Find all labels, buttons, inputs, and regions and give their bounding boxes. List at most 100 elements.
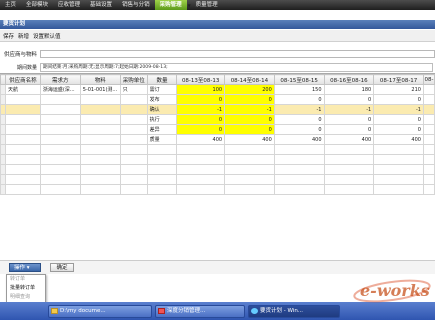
material-cell[interactable] [79, 104, 121, 115]
value-cell[interactable] [422, 134, 435, 145]
toolbar-button-0[interactable]: 保存 [1, 32, 16, 40]
grid-cell[interactable] [5, 154, 41, 165]
value-cell[interactable]: -1 [224, 104, 275, 115]
grid-cell[interactable] [373, 154, 424, 165]
grid-cell[interactable] [176, 154, 226, 165]
value-cell[interactable] [422, 104, 435, 115]
value-cell[interactable]: 150 [273, 84, 325, 95]
value-cell[interactable]: 0 [273, 124, 325, 135]
grid-cell[interactable] [224, 184, 275, 195]
taskbar-plan[interactable]: 要货计划 - Win... [248, 304, 340, 318]
material-cell[interactable]: 5-01-001(测... [79, 84, 121, 95]
grid-cell[interactable] [273, 154, 325, 165]
value-cell[interactable]: -1 [176, 104, 226, 115]
value-cell[interactable]: 0 [224, 124, 275, 135]
grid-cell[interactable] [422, 154, 435, 165]
unit-cell[interactable] [119, 104, 148, 115]
demand-cell[interactable] [39, 134, 81, 145]
grid-cell[interactable] [323, 164, 375, 175]
material-cell[interactable] [79, 134, 121, 145]
value-cell[interactable]: 400 [273, 134, 325, 145]
grid-cell[interactable] [79, 154, 121, 165]
value-cell[interactable]: 0 [176, 114, 226, 125]
grid-cell[interactable] [373, 174, 424, 185]
taskbar-folder[interactable]: D:\my docume... [48, 304, 152, 318]
value-cell[interactable]: 200 [224, 84, 275, 95]
grid-cell[interactable] [39, 144, 81, 155]
grid-cell[interactable] [176, 184, 226, 195]
toolbar-button-2[interactable]: 设置默认值 [31, 32, 63, 40]
column-header[interactable]: 08-13至08-13 [176, 74, 226, 85]
grid-cell[interactable] [146, 144, 178, 155]
value-cell[interactable]: 180 [323, 84, 375, 95]
taskbar-distribution[interactable]: 深度分销管理... [155, 304, 245, 318]
grid-cell[interactable] [146, 184, 178, 195]
value-cell[interactable]: 0 [373, 124, 424, 135]
qty-type-cell[interactable]: 发布 [146, 94, 178, 105]
unit-cell[interactable] [119, 114, 148, 125]
confirm-button[interactable]: 确定 [50, 263, 74, 272]
value-cell[interactable] [422, 94, 435, 105]
grid-cell[interactable] [5, 164, 41, 175]
toolbar-button-1[interactable]: 新增 [16, 32, 31, 40]
grid-cell[interactable] [119, 174, 148, 185]
value-cell[interactable]: 0 [224, 94, 275, 105]
supplier-input[interactable] [40, 49, 435, 58]
nav-item-1[interactable]: 全部模块 [21, 0, 53, 10]
grid-cell[interactable] [119, 154, 148, 165]
nav-item-5[interactable]: 采购管理 [154, 0, 187, 10]
value-cell[interactable]: 0 [273, 114, 325, 125]
value-cell[interactable]: 400 [176, 134, 226, 145]
operations-button[interactable]: 操作 ▾ [9, 263, 41, 272]
value-cell[interactable]: 0 [323, 94, 375, 105]
value-cell[interactable]: -1 [373, 104, 424, 115]
menu-item-1[interactable]: 批量转订单 [7, 284, 45, 293]
column-header[interactable]: 物料 [79, 74, 121, 85]
grid-cell[interactable] [224, 174, 275, 185]
demand-cell[interactable]: 浙海运盛(深... [39, 84, 81, 95]
grid-cell[interactable] [146, 164, 178, 175]
qty-type-cell[interactable]: 执行 [146, 114, 178, 125]
value-cell[interactable]: 400 [224, 134, 275, 145]
nav-item-2[interactable]: 应收管理 [53, 0, 85, 10]
grid-cell[interactable] [119, 164, 148, 175]
value-cell[interactable]: 0 [176, 124, 226, 135]
demand-cell[interactable] [39, 94, 81, 105]
value-cell[interactable]: -1 [323, 104, 375, 115]
column-header[interactable]: 08-14至08-14 [224, 74, 275, 85]
supplier-cell[interactable] [5, 134, 41, 145]
demand-cell[interactable] [39, 114, 81, 125]
value-cell[interactable]: 400 [373, 134, 424, 145]
qty-type-cell[interactable]: 差异 [146, 124, 178, 135]
grid-cell[interactable] [39, 164, 81, 175]
value-cell[interactable]: 0 [273, 94, 325, 105]
unit-cell[interactable]: 只 [119, 84, 148, 95]
grid-cell[interactable] [323, 184, 375, 195]
grid-cell[interactable] [79, 164, 121, 175]
nav-item-6[interactable]: 质量管理 [191, 0, 223, 10]
grid-cell[interactable] [323, 154, 375, 165]
nav-item-4[interactable]: 销售与分销 [117, 0, 155, 10]
grid-cell[interactable] [146, 174, 178, 185]
grid-cell[interactable] [5, 174, 41, 185]
supplier-cell[interactable] [5, 124, 41, 135]
grid-cell[interactable] [79, 184, 121, 195]
grid-cell[interactable] [224, 154, 275, 165]
column-header[interactable]: 08-16至08-16 [323, 74, 375, 85]
value-cell[interactable] [422, 84, 435, 95]
grid-cell[interactable] [119, 184, 148, 195]
column-header[interactable]: 08-17至08-17 [373, 74, 424, 85]
grid-cell[interactable] [273, 144, 325, 155]
grid-cell[interactable] [422, 184, 435, 195]
grid-cell[interactable] [373, 164, 424, 175]
menu-item-0[interactable]: 转订单 [7, 275, 45, 284]
value-cell[interactable]: -1 [273, 104, 325, 115]
column-header[interactable]: 采购单位 [119, 74, 148, 85]
grid-cell[interactable] [5, 144, 41, 155]
grid-cell[interactable] [146, 154, 178, 165]
supplier-cell[interactable] [5, 114, 41, 125]
grid-cell[interactable] [224, 164, 275, 175]
value-cell[interactable] [422, 114, 435, 125]
demand-cell[interactable] [39, 124, 81, 135]
value-cell[interactable]: 210 [373, 84, 424, 95]
